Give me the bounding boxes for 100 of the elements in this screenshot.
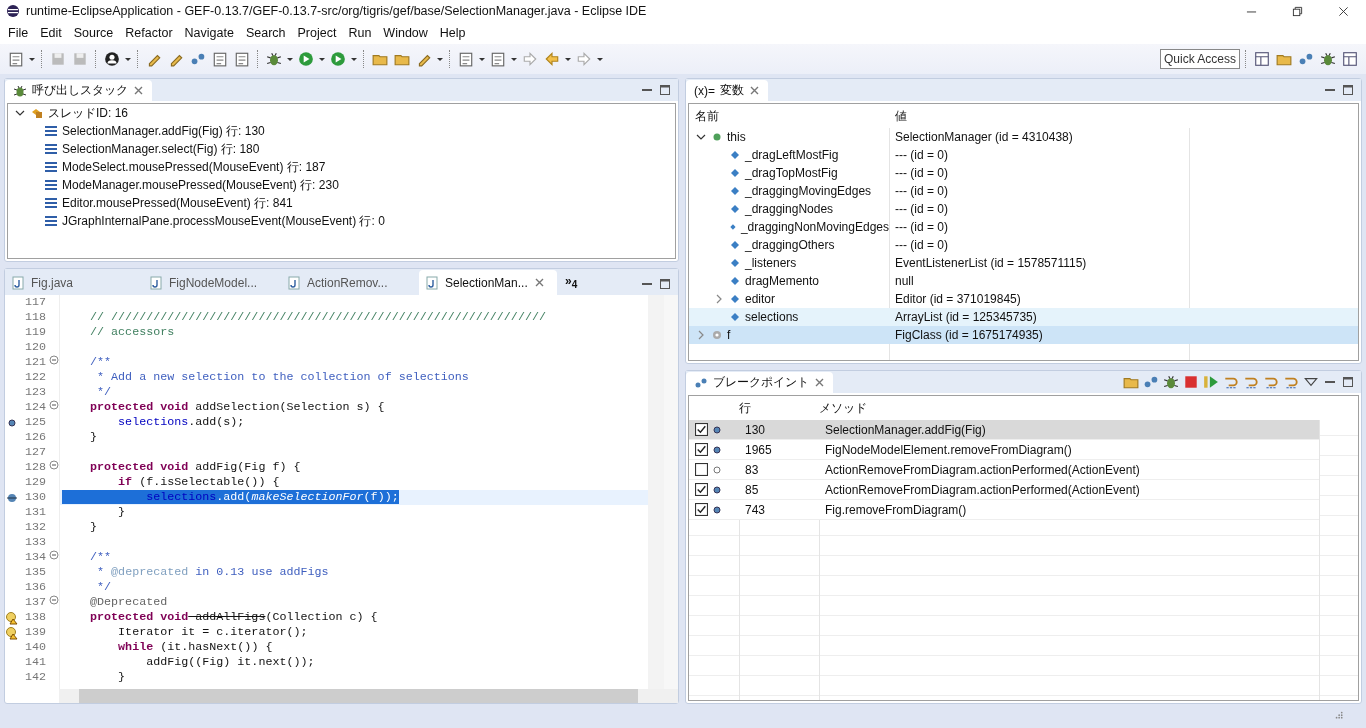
column-header[interactable]: 行 — [733, 396, 813, 420]
layout-icon[interactable] — [1342, 51, 1358, 67]
menu-item[interactable]: Project — [291, 26, 343, 40]
document-icon[interactable] — [212, 51, 228, 67]
table-row[interactable]: _draggingNodes --- (id = 0) — [689, 200, 1358, 218]
editor-tab[interactable]: Fig.java — [5, 270, 143, 295]
caret-icon[interactable] — [478, 55, 486, 63]
table-row[interactable]: selections ArrayList (id = 125345735) — [689, 308, 1358, 326]
editor-tab[interactable]: SelectionMan... — [419, 270, 557, 295]
caret-icon[interactable] — [124, 55, 132, 63]
field-icon — [729, 293, 741, 305]
table-row[interactable]: 130 SelectionManager.addFig(Fig) — [689, 420, 1319, 440]
maximize-icon[interactable] — [1342, 376, 1354, 388]
maximize-icon[interactable] — [1342, 84, 1354, 96]
table-row[interactable]: dragMemento null — [689, 272, 1358, 290]
run-icon[interactable] — [298, 51, 314, 67]
window-icon[interactable] — [1254, 51, 1270, 67]
caret-icon[interactable] — [350, 55, 358, 63]
run-tool-icon[interactable] — [330, 51, 346, 67]
checkbox[interactable] — [695, 423, 708, 436]
fold-toggle-icon[interactable] — [49, 595, 59, 605]
stack-frame[interactable]: JGraphInternalPane.processMouseEvent(MouseEvent) 行: 0 — [62, 212, 385, 230]
quick-access-field[interactable]: Quick Access — [1160, 49, 1240, 69]
stack-frame[interactable]: Editor.mousePressed(MouseEvent) 行: 841 — [62, 194, 293, 212]
checkbox[interactable] — [695, 443, 708, 456]
close-icon[interactable] — [1337, 5, 1349, 17]
menu-item[interactable]: File — [2, 26, 35, 40]
fold-toggle-icon[interactable] — [49, 400, 59, 410]
menu-item[interactable]: Source — [67, 26, 120, 40]
close-icon[interactable] — [133, 85, 144, 96]
table-row[interactable]: 85 ActionRemoveFromDiagram.actionPerformed(ActionEvent) — [689, 480, 1319, 500]
caret-icon[interactable] — [28, 55, 36, 63]
horizontal-scrollbar[interactable] — [59, 689, 678, 703]
menu-item[interactable]: Window — [377, 26, 434, 40]
restore-icon[interactable] — [1291, 5, 1303, 17]
caret-icon[interactable] — [318, 55, 326, 63]
new-file-icon[interactable] — [8, 51, 24, 67]
stop-icon[interactable] — [1183, 374, 1199, 390]
table-row[interactable]: f FigClass (id = 1675174935) — [689, 326, 1358, 344]
fold-toggle-icon[interactable] — [49, 550, 59, 560]
menu-item[interactable]: Refactor — [119, 26, 179, 40]
thread-label[interactable]: スレッドID: 16 — [48, 104, 128, 122]
menu-item[interactable]: Edit — [34, 26, 68, 40]
caret-icon[interactable] — [436, 55, 444, 63]
menu-item[interactable]: Search — [239, 26, 292, 40]
fold-toggle-icon[interactable] — [49, 355, 59, 365]
caret-icon[interactable] — [564, 55, 572, 63]
close-icon[interactable] — [814, 377, 825, 388]
fold-toggle-icon[interactable] — [49, 460, 59, 470]
stack-frame[interactable]: SelectionManager.addFig(Fig) 行: 130 — [62, 122, 265, 140]
table-row[interactable]: _draggingMovingEdges --- (id = 0) — [689, 182, 1358, 200]
table-row[interactable]: 83 ActionRemoveFromDiagram.actionPerformed(ActionEvent) — [689, 460, 1319, 480]
bug-icon[interactable] — [1163, 374, 1179, 390]
menu-item[interactable]: Run — [342, 26, 378, 40]
document-icon[interactable] — [490, 51, 506, 67]
editor-tab[interactable]: ActionRemov... — [281, 270, 419, 295]
caret-icon[interactable] — [510, 55, 518, 63]
document-icon[interactable] — [458, 51, 474, 67]
variable-name: _draggingMovingEdges — [745, 184, 872, 198]
table-row[interactable]: 743 Fig.removeFromDiagram() — [689, 500, 1319, 520]
more-tabs-button[interactable]: »$_{4}$ — [557, 273, 586, 291]
stack-frame[interactable]: ModeManager.mousePressed(MouseEvent) 行: 230 — [62, 176, 339, 194]
column-header[interactable]: 名前 — [689, 104, 889, 128]
page-icon[interactable] — [234, 51, 250, 67]
dots-icon[interactable] — [190, 51, 206, 67]
table-row[interactable]: editor Editor (id = 371019845) — [689, 290, 1358, 308]
view-tab[interactable]: 呼び出しスタック — [5, 80, 152, 101]
table-row[interactable]: _dragLeftMostFig --- (id = 0) — [689, 146, 1358, 164]
table-row[interactable]: _draggingOthers --- (id = 0) — [689, 236, 1358, 254]
table-row[interactable]: _draggingNonMovingEdges --- (id = 0) — [689, 218, 1358, 236]
stack-frame-icon — [44, 214, 58, 228]
column-header[interactable]: 値 — [889, 104, 1189, 128]
close-icon[interactable] — [533, 277, 545, 288]
menu-item[interactable]: Help — [433, 26, 472, 40]
dots-icon[interactable] — [1298, 51, 1314, 67]
person-icon[interactable] — [104, 51, 120, 67]
column-header[interactable]: メソッド — [813, 396, 1313, 420]
checkbox[interactable] — [695, 503, 708, 516]
stack-frame[interactable]: ModeSelect.mousePressed(MouseEvent) 行: 187 — [62, 158, 326, 176]
table-row[interactable]: _listeners EventListenerList (id = 1578571115) — [689, 254, 1358, 272]
table-row[interactable]: this SelectionManager (id = 4310438) — [689, 128, 1358, 146]
view-tab[interactable]: ブレークポイント — [686, 372, 833, 393]
menu-item[interactable]: Navigate — [178, 26, 240, 40]
view-tab[interactable]: (x)= 変数 — [686, 80, 768, 101]
dots-icon[interactable] — [1143, 374, 1159, 390]
caret-icon[interactable] — [286, 55, 294, 63]
resume-icon[interactable] — [1203, 374, 1219, 390]
stack-frame[interactable]: SelectionManager.select(Fig) 行: 180 — [62, 140, 260, 158]
maximize-icon[interactable] — [659, 278, 671, 290]
checkbox[interactable] — [695, 483, 708, 496]
editor-tab[interactable]: FigNodeModel... — [143, 270, 281, 295]
maximize-icon[interactable] — [659, 84, 671, 96]
bug-icon[interactable] — [266, 51, 282, 67]
table-row[interactable]: 1965 FigNodeModelElement.removeFromDiagram() — [689, 440, 1319, 460]
table-row[interactable]: _dragTopMostFig --- (id = 0) — [689, 164, 1358, 182]
breakpoint-icon — [712, 444, 722, 455]
caret-icon[interactable] — [596, 55, 604, 63]
checkbox[interactable] — [695, 463, 708, 476]
close-icon[interactable] — [749, 85, 760, 96]
bug-icon[interactable] — [1320, 51, 1336, 67]
